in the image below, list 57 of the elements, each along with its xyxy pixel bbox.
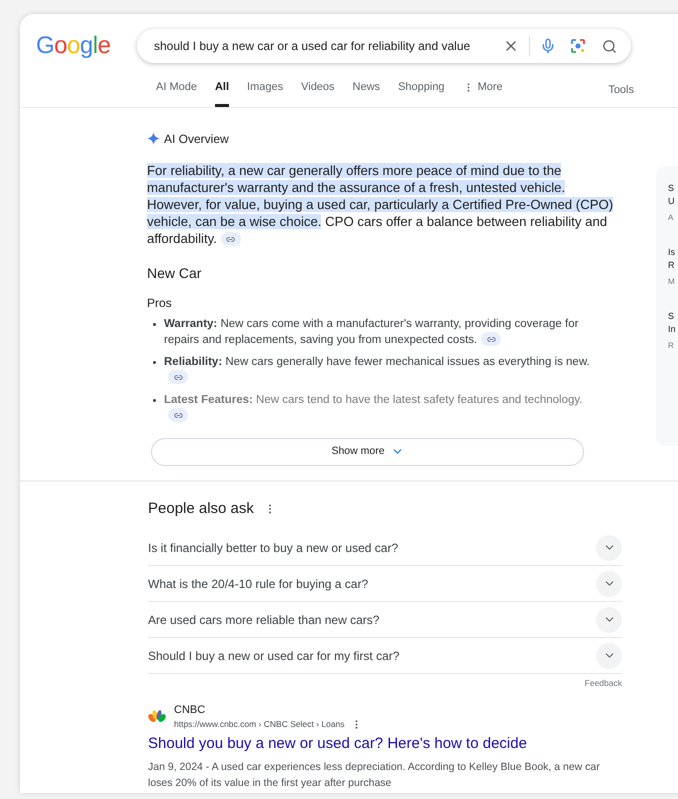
- question-text: Are used cars more reliable than new cars?: [148, 612, 380, 628]
- question-text: What is the 20/4-10 rule for buying a car?: [148, 576, 368, 592]
- result-snippet: Jan 9, 2024 - A used car experiences less depreciation. According to Kelley Blue Book, a new car loses 20% of its value in the first year after purchase: [148, 760, 601, 790]
- question-row[interactable]: Are used cars more reliable than new cars?: [148, 602, 622, 638]
- source-title[interactable]: In: [668, 322, 678, 336]
- google-logo[interactable]: Google: [36, 28, 118, 64]
- bullet-icon: [153, 360, 156, 364]
- expand-chevron-icon: [596, 570, 622, 596]
- bullet-text: Latest Features: New cars tend to have the latest safety features and technology.: [164, 392, 594, 424]
- search-tab[interactable]: More: [462, 79, 503, 106]
- search-tab[interactable]: Videos: [301, 79, 335, 106]
- result-url: https://www.cnbc.com › CNBC Select › Loans: [174, 718, 345, 731]
- question-text: Should I buy a new or used car for my first car?: [148, 648, 400, 664]
- expand-chevron-icon: [596, 642, 622, 668]
- search-tab[interactable]: Shopping: [398, 79, 445, 106]
- bullet-icon: [153, 322, 156, 326]
- microphone-icon[interactable]: [540, 38, 556, 54]
- search-tab[interactable]: All: [214, 79, 230, 106]
- site-name: CNBC: [174, 702, 206, 718]
- bullet-text: Warranty: New cars come with a manufacturer's warranty, providing coverage for repairs and replacements, saving you from unexpected costs.: [164, 316, 580, 348]
- link-icon[interactable]: [220, 232, 241, 246]
- search-field[interactable]: should I buy a new car or a used car for reliability and value: [137, 29, 631, 63]
- source-snippet: A: [668, 212, 674, 224]
- question-text: Is it financially better to buy a new or used car?: [148, 540, 398, 556]
- source-title[interactable]: Is: [668, 246, 678, 258]
- question-row[interactable]: What is the 20/4-10 rule for buying a car?: [148, 566, 622, 602]
- source-snippet: M: [668, 276, 676, 288]
- tools-button[interactable]: Tools: [608, 82, 634, 106]
- source-title[interactable]: R: [668, 258, 678, 272]
- search-tab[interactable]: AI Mode: [156, 79, 197, 106]
- source-title[interactable]: S: [668, 182, 678, 194]
- bullet-text: Reliability: New cars generally have fewer mechanical issues as everything is new.: [164, 354, 594, 386]
- source-title[interactable]: U: [668, 194, 678, 208]
- feedback-link[interactable]: Feedback: [584, 677, 622, 690]
- source-title[interactable]: S: [668, 310, 678, 322]
- section-heading: New Car: [147, 264, 202, 282]
- peacock-logo-icon: [148, 709, 166, 724]
- camera-lens-icon[interactable]: [570, 38, 586, 54]
- ai-overview-title: AI Overview: [164, 130, 229, 148]
- question-row[interactable]: Is it financially better to buy a new or used car?: [148, 530, 622, 566]
- source-snippet: R: [668, 340, 675, 352]
- search-tab[interactable]: Images: [247, 79, 284, 106]
- link-icon[interactable]: [481, 332, 502, 346]
- bullet-icon: [153, 398, 156, 402]
- expand-chevron-icon: [596, 534, 622, 560]
- result-title-link[interactable]: Should you buy a new or used car? Here's how to decide: [148, 733, 622, 756]
- search-tab[interactable]: News: [352, 79, 380, 106]
- overview-paragraph: For reliability, a new car generally offers more peace of mind due to the manufacturer's warranty and the assurance of a fresh, untested vehicle. However, for value, buying a used car, particularly a Certified Pre-Owned (CPO) vehicle, can be a wise choice. CPO cars offer a balance between reliability and affordability.: [147, 162, 614, 246]
- expand-chevron-icon: [596, 606, 622, 632]
- sparkle-icon: [147, 132, 160, 145]
- question-row[interactable]: Should I buy a new or used car for my first car?: [148, 638, 622, 674]
- subsection-heading: Pros: [147, 294, 173, 312]
- show-more-button[interactable]: Show more: [151, 438, 584, 466]
- search-icon[interactable]: [602, 38, 617, 54]
- link-icon[interactable]: [168, 370, 188, 384]
- link-icon[interactable]: [168, 408, 188, 422]
- section-title: People also ask: [148, 498, 254, 518]
